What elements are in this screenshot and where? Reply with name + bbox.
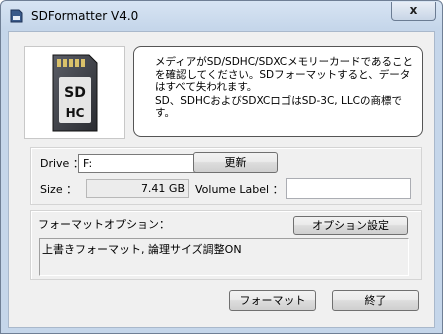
sd-card-icon xyxy=(10,9,23,23)
drive-group: Drive ： F: 更新 Size ： 7.41 GB Volume Labe… xyxy=(30,147,422,205)
format-options-group: フォーマットオプション： オプション設定 上書きフォーマット, 論理サイズ調整O… xyxy=(30,210,422,280)
trademark-message: SD、SDHCおよびSDXCロゴはSD-3C, LLCの商標です。 xyxy=(155,94,402,120)
sd-card-illustration: SD HC xyxy=(52,54,98,132)
option-settings-button-label: オプション設定 xyxy=(312,219,389,232)
refresh-button-label: 更新 xyxy=(224,156,247,169)
drive-select[interactable]: F: xyxy=(78,154,207,173)
title-bar[interactable]: SDFormatter V4.0 x xyxy=(1,1,442,31)
app-window: SDFormatter V4.0 x SD HC メディアがSD/SDHC/SD… xyxy=(0,0,443,334)
format-button-label: フォーマット xyxy=(239,294,306,307)
size-label: Size ： xyxy=(40,183,78,196)
close-icon: x xyxy=(409,3,418,17)
format-button[interactable]: フォーマット xyxy=(229,290,316,311)
message-box: メディアがSD/SDHC/SDXCメモリーカードであることを確認してください。S… xyxy=(133,46,423,137)
volume-label-label: Volume Label ： xyxy=(195,183,284,196)
format-options-summary: 上書きフォーマット, 論理サイズ調整ON xyxy=(39,238,409,276)
exit-button[interactable]: 終了 xyxy=(332,290,419,311)
message-text: メディアがSD/SDHC/SDXCメモリーカードであることを確認してください。S… xyxy=(155,56,417,120)
sd-logo-text: SD xyxy=(64,85,86,101)
refresh-button[interactable]: 更新 xyxy=(193,152,278,173)
format-options-label: フォーマットオプション： xyxy=(38,218,170,231)
dialog-body: SD HC メディアがSD/SDHC/SDXCメモリーカードであることを確認して… xyxy=(8,31,435,328)
size-field: 7.41 GB xyxy=(86,179,189,198)
format-options-summary-text: 上書きフォーマット, 論理サイズ調整ON xyxy=(42,243,242,256)
drive-selected-value: F: xyxy=(83,157,93,170)
size-value: 7.41 GB xyxy=(140,182,185,195)
option-settings-button[interactable]: オプション設定 xyxy=(293,216,408,235)
exit-button-label: 終了 xyxy=(364,294,387,307)
window-title: SDFormatter V4.0 xyxy=(31,9,139,23)
warning-message: メディアがSD/SDHC/SDXCメモリーカードであることを確認してください。S… xyxy=(155,56,413,93)
volume-label-input[interactable] xyxy=(286,178,411,199)
hc-logo-text: HC xyxy=(66,106,85,120)
close-button[interactable]: x xyxy=(391,2,436,21)
sd-card-image: SD HC xyxy=(24,46,125,139)
